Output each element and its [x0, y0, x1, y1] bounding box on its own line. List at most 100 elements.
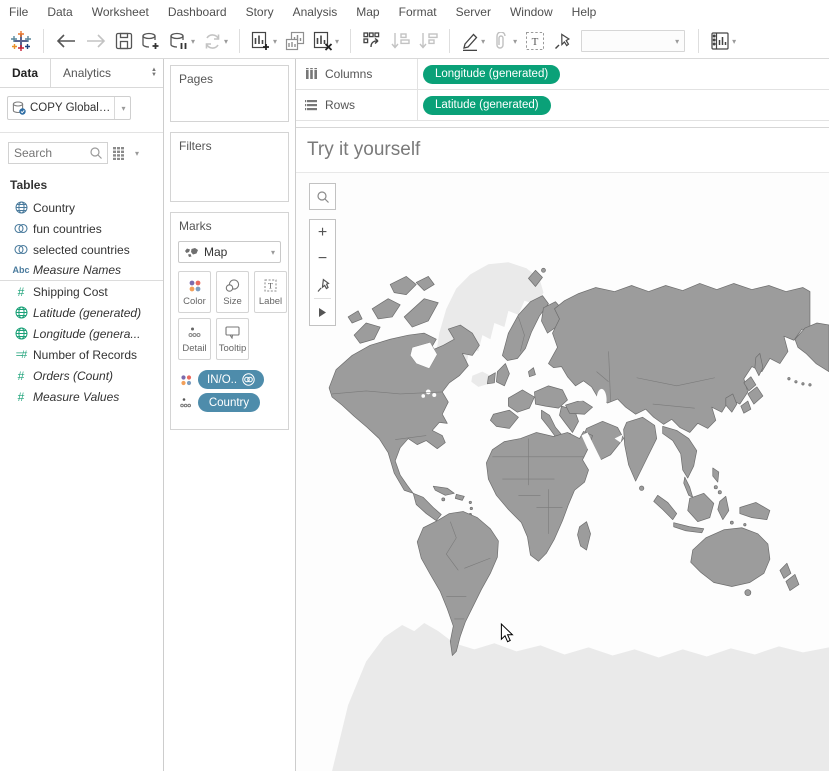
menu-item[interactable]: Analysis: [293, 5, 338, 19]
menu-item[interactable]: Format: [399, 5, 437, 19]
field-row[interactable]: Abc # =# Country: [0, 197, 163, 218]
rows-label: Rows: [325, 98, 355, 112]
rows-pill[interactable]: Latitude (generated): [423, 96, 551, 115]
menu-item[interactable]: Help: [572, 5, 597, 19]
field-row[interactable]: Abc # =# Measure Names: [0, 260, 163, 281]
mark-button[interactable]: T Size: [216, 271, 249, 313]
fields-list: Abc # =# Country Abc # =# fun countr: [0, 197, 163, 407]
sheet-title[interactable]: Try it yourself: [296, 128, 829, 173]
field-type-icon: Abc # =#: [9, 327, 33, 340]
menu-item[interactable]: Data: [47, 5, 72, 19]
menu-item[interactable]: Window: [510, 5, 553, 19]
chevron-down-icon[interactable]: ▾: [335, 37, 339, 46]
mark-button-icon: T: [264, 277, 277, 293]
new-worksheet-button[interactable]: ▾: [247, 27, 281, 55]
show-mark-labels-button[interactable]: T: [521, 27, 549, 55]
shelf-pill[interactable]: Country: [198, 393, 260, 412]
refresh-data-button[interactable]: ▾: [199, 27, 232, 55]
mark-type-dropdown[interactable]: Map ▾: [178, 241, 281, 263]
rows-shelf[interactable]: Rows Latitude (generated): [296, 90, 829, 121]
fit-selector[interactable]: ▾: [581, 30, 685, 52]
field-label: Number of Records: [33, 348, 137, 362]
columns-pill[interactable]: Longitude (generated): [423, 65, 560, 84]
chevron-down-icon[interactable]: ▾: [675, 37, 679, 46]
menu-item[interactable]: Story: [246, 5, 274, 19]
field-row[interactable]: Abc # =# selected countries: [0, 239, 163, 260]
field-label: Orders (Count): [33, 369, 113, 383]
field-type-icon: Abc # =#: [9, 390, 33, 404]
menu-item[interactable]: File: [9, 5, 28, 19]
menu-item[interactable]: Dashboard: [168, 5, 227, 19]
field-row[interactable]: Abc # =# Latitude (generated): [0, 302, 163, 323]
shelf-pill[interactable]: IN/O..: [198, 370, 264, 389]
show-me-button[interactable]: ▾: [706, 27, 740, 55]
field-row[interactable]: Abc # =# Measure Values: [0, 386, 163, 407]
search-icon: [89, 146, 103, 160]
menu-item[interactable]: Map: [356, 5, 379, 19]
pan-controls-button[interactable]: [310, 299, 335, 325]
datasource-selector[interactable]: COPY Global S... ▾: [7, 96, 131, 120]
field-row[interactable]: Abc # =# fun countries: [0, 218, 163, 239]
chevron-down-icon[interactable]: ▾: [513, 37, 517, 46]
pin-button[interactable]: [310, 272, 335, 298]
redo-button[interactable]: [81, 27, 111, 55]
field-row[interactable]: Abc # =# Orders (Count): [0, 365, 163, 386]
mark-button[interactable]: T Detail: [178, 318, 211, 360]
mark-buttons: T Color T: [178, 271, 290, 360]
sort-ascending-button[interactable]: [386, 27, 414, 55]
highlight-button[interactable]: ▾: [457, 27, 489, 55]
swap-rows-columns-button[interactable]: [358, 27, 386, 55]
search-input[interactable]: [9, 146, 89, 160]
field-row[interactable]: Abc # =# Number of Records: [0, 344, 163, 365]
toolbar-separator: [43, 29, 44, 53]
chevron-down-icon[interactable]: ▾: [732, 37, 736, 46]
tab-sort-icon[interactable]: ▲▼: [145, 59, 163, 87]
field-row[interactable]: Abc # =# Shipping Cost: [0, 281, 163, 302]
mark-button[interactable]: T Color: [178, 271, 211, 313]
group-members-button[interactable]: ▾: [489, 27, 521, 55]
view-as-grid-icon[interactable]: [113, 147, 128, 160]
mark-button[interactable]: T Tooltip: [216, 318, 249, 360]
fix-axes-button[interactable]: [549, 27, 575, 55]
field-type-icon: Abc # =#: [9, 306, 33, 319]
map-search-button[interactable]: [309, 183, 336, 210]
filters-shelf[interactable]: Filters: [170, 132, 289, 202]
columns-pill-area[interactable]: Longitude (generated): [418, 64, 829, 84]
data-pane-tabs: Data Analytics ▲▼: [0, 59, 163, 88]
pages-shelf[interactable]: Pages: [170, 65, 289, 122]
mark-button-label: Label: [259, 296, 282, 307]
undo-button[interactable]: [51, 27, 81, 55]
tab-analytics[interactable]: Analytics: [51, 59, 123, 87]
field-row[interactable]: Abc # =# Longitude (genera...: [0, 323, 163, 344]
duplicate-sheet-button[interactable]: [281, 27, 309, 55]
datasource-caret[interactable]: ▾: [114, 97, 130, 119]
mark-button-icon: T: [225, 324, 240, 340]
clear-sheet-button[interactable]: ▾: [309, 27, 343, 55]
menu-item[interactable]: Worksheet: [92, 5, 149, 19]
add-data-source-button[interactable]: [137, 27, 165, 55]
rows-pill-area[interactable]: Latitude (generated): [418, 95, 829, 115]
tables-section-title: Tables: [10, 178, 163, 192]
search-box[interactable]: [8, 142, 108, 164]
fields-menu-caret[interactable]: ▾: [135, 149, 139, 158]
tab-data[interactable]: Data: [0, 59, 51, 87]
zoom-in-button[interactable]: +: [310, 220, 335, 246]
chevron-down-icon[interactable]: ▾: [481, 37, 485, 46]
save-button[interactable]: [111, 27, 137, 55]
pause-data-updates-button[interactable]: ▾: [165, 27, 199, 55]
chevron-down-icon[interactable]: ▾: [273, 37, 277, 46]
menu-item[interactable]: Server: [456, 5, 491, 19]
chevron-down-icon[interactable]: ▾: [191, 37, 195, 46]
marks-label: Marks: [171, 213, 288, 233]
field-label: Measure Names: [33, 263, 121, 277]
zoom-out-button[interactable]: −: [310, 246, 335, 272]
columns-label: Columns: [325, 67, 372, 81]
rows-icon: [305, 99, 318, 111]
sort-descending-button[interactable]: [414, 27, 442, 55]
chevron-down-icon[interactable]: ▾: [271, 248, 275, 257]
map-view[interactable]: + −: [296, 173, 829, 771]
chevron-down-icon[interactable]: ▾: [224, 37, 228, 46]
columns-shelf[interactable]: Columns Longitude (generated): [296, 59, 829, 90]
mark-button[interactable]: T Label: [254, 271, 287, 313]
data-pane: Data Analytics ▲▼ COPY Global S... ▾ ▾ T…: [0, 59, 164, 771]
